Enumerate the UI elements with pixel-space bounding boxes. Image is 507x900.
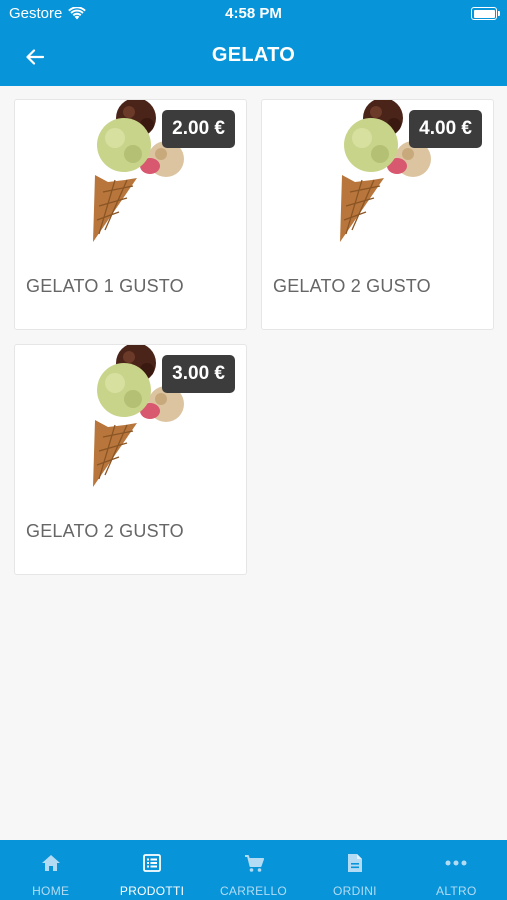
tab-ordini[interactable]: ORDINI	[304, 840, 405, 900]
tab-label: ORDINI	[333, 884, 377, 898]
tab-bar: HOME PRODOTTI CARRELLO ORDINI ALTRO	[0, 840, 507, 900]
price-badge: 4.00 €	[409, 110, 482, 148]
tab-label: ALTRO	[436, 884, 477, 898]
list-icon	[143, 854, 162, 872]
tab-prodotti[interactable]: PRODOTTI	[101, 840, 202, 900]
product-name: GELATO 2 GUSTO	[273, 276, 431, 296]
product-name: GELATO 1 GUSTO	[26, 276, 184, 296]
price-badge: 3.00 €	[162, 355, 235, 393]
cart-icon	[244, 854, 264, 872]
product-card[interactable]: 2.00 € GELATO 1 GUSTO	[14, 99, 247, 330]
price-badge: 2.00 €	[162, 110, 235, 148]
home-icon	[41, 855, 60, 871]
tab-carrello[interactable]: CARRELLO	[203, 840, 304, 900]
document-icon	[347, 854, 362, 872]
battery-icon	[471, 7, 500, 20]
nav-bar: GELATO	[0, 28, 507, 86]
product-card[interactable]: 3.00 € GELATO 2 GUSTO	[14, 344, 247, 575]
status-time: 4:58 PM	[225, 5, 282, 22]
tab-altro[interactable]: ALTRO	[406, 840, 507, 900]
tab-label: PRODOTTI	[119, 884, 185, 898]
tab-label: CARRELLO	[219, 884, 288, 898]
tab-home[interactable]: HOME	[0, 840, 101, 900]
page-title: GELATO	[211, 44, 296, 66]
tab-label: HOME	[32, 884, 70, 898]
status-bar: Gestore 4:58 PM	[0, 0, 507, 28]
product-card[interactable]: 4.00 € GELATO 2 GUSTO	[261, 99, 494, 330]
product-name: GELATO 2 GUSTO	[26, 521, 184, 541]
more-icon	[445, 860, 467, 866]
